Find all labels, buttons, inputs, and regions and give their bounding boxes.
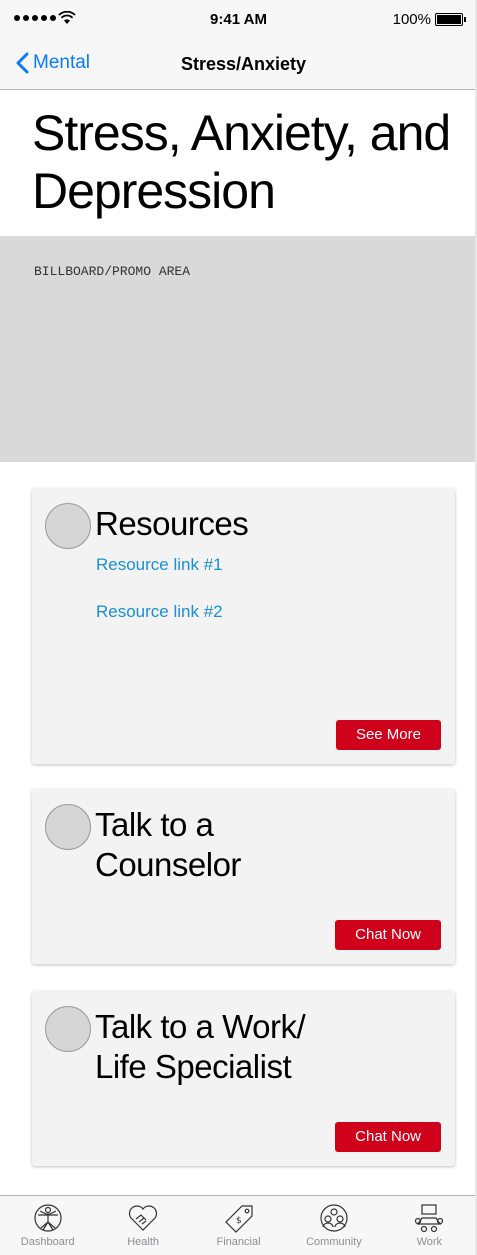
page-title: Stress, Anxiety, and Depression: [32, 105, 451, 219]
battery-percent: 100%: [392, 11, 431, 28]
tab-label: Work: [416, 1236, 443, 1248]
tab-label: Dashboard: [20, 1236, 75, 1248]
card-title-line-2: Life Specialist: [95, 1048, 292, 1085]
chat-now-button[interactable]: Chat Now: [335, 1122, 441, 1152]
work-life-specialist-card: Talk to a Work/ Life Specialist Chat Now: [32, 991, 455, 1166]
billboard-promo-area[interactable]: BILLBOARD/PROMO AREA: [0, 236, 477, 462]
tab-bar: Dashboard Health $ Financial Community W…: [0, 1195, 477, 1255]
card-avatar-circle: [45, 804, 91, 850]
battery-icon: [435, 13, 466, 26]
card-title: Talk to a Counselor: [95, 805, 241, 885]
navigation-bar: Mental Stress/Anxiety: [0, 40, 477, 90]
svg-text:$: $: [236, 1216, 242, 1226]
card-title: Resources: [95, 505, 249, 542]
nav-title: Stress/Anxiety: [180, 54, 307, 74]
price-tag-icon: $: [224, 1205, 253, 1233]
vitruvian-icon: [34, 1204, 62, 1232]
people-group-icon: [320, 1204, 348, 1232]
chat-now-button[interactable]: Chat Now: [335, 920, 441, 950]
card-avatar-circle: [45, 1006, 91, 1052]
card-title-line-1: Talk to a: [95, 806, 214, 843]
tab-dashboard[interactable]: Dashboard: [0, 1196, 95, 1255]
status-bar: 9:41 AM 100%: [0, 0, 477, 40]
tab-health[interactable]: Health: [95, 1196, 190, 1255]
resources-card: Resources Resource link #1 Resource link…: [32, 488, 455, 764]
meeting-table-icon: [415, 1204, 444, 1233]
heart-handshake-icon: [129, 1205, 158, 1231]
card-title-line-1: Talk to a Work/: [95, 1008, 306, 1045]
tab-work[interactable]: Work: [382, 1196, 477, 1255]
tab-financial[interactable]: $ Financial: [191, 1196, 286, 1255]
tab-label: Financial: [216, 1236, 261, 1248]
billboard-label: BILLBOARD/PROMO AREA: [34, 264, 191, 279]
card-title: Talk to a Work/ Life Specialist: [95, 1007, 306, 1087]
tab-label: Community: [306, 1236, 362, 1248]
see-more-button[interactable]: See More: [335, 720, 441, 750]
resource-link-2[interactable]: Resource link #2: [96, 602, 223, 622]
card-avatar-circle: [45, 503, 91, 549]
resource-link-1[interactable]: Resource link #1: [96, 555, 223, 575]
tab-community[interactable]: Community: [286, 1196, 381, 1255]
card-title-line-2: Counselor: [95, 846, 241, 883]
counselor-card: Talk to a Counselor Chat Now: [32, 789, 455, 964]
tab-label: Health: [127, 1236, 159, 1248]
